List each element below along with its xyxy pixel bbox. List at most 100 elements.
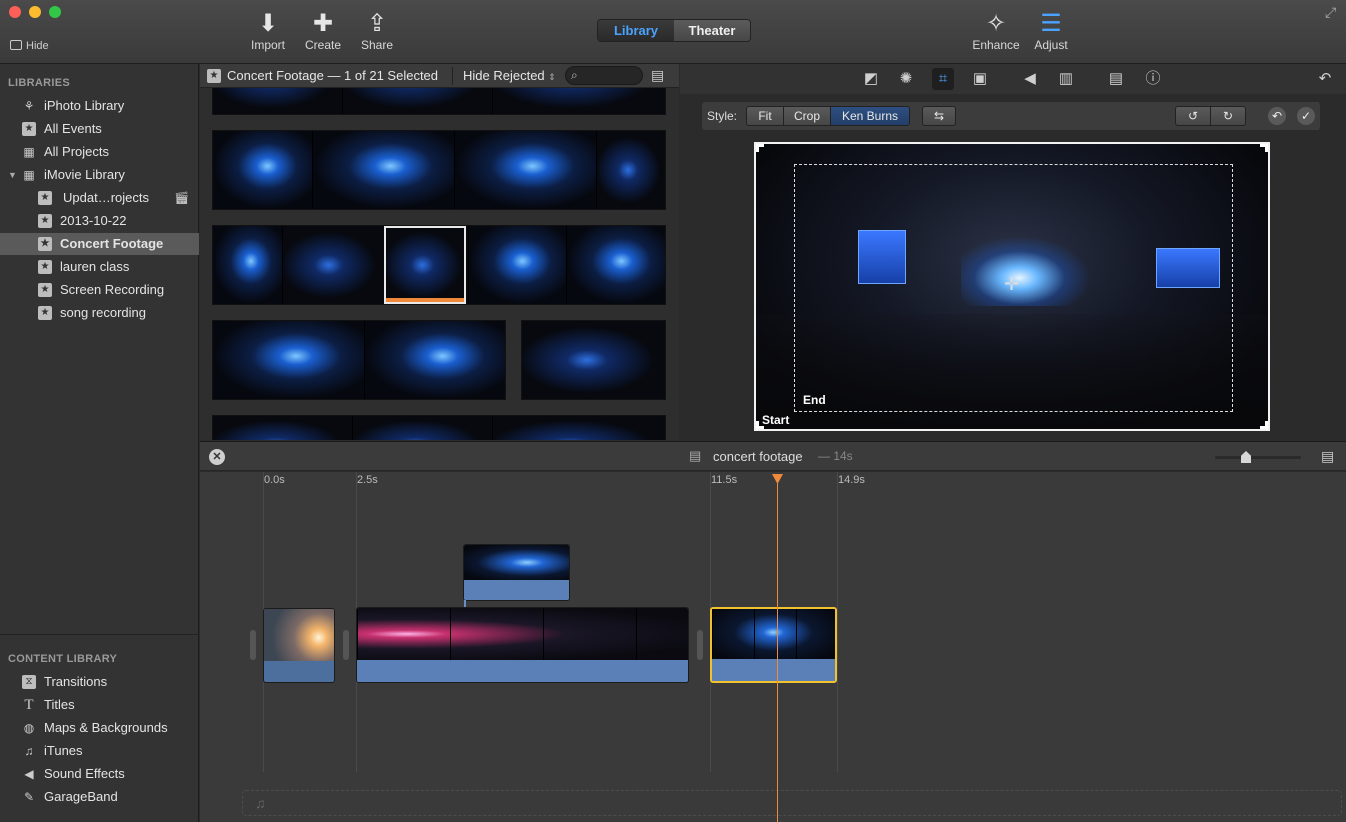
enhance-button[interactable]: ✧ Enhance — [966, 10, 1026, 52]
disclosure-triangle-icon[interactable]: ▼ — [8, 164, 17, 186]
sliders-icon: ☰ — [1040, 10, 1062, 37]
tab-theater[interactable]: Theater — [674, 20, 750, 41]
video-viewer[interactable]: End ✛ Start — [754, 142, 1270, 431]
sidebar-item-titles[interactable]: T Titles — [0, 694, 199, 716]
clip-filmstrip[interactable] — [212, 320, 506, 400]
clip-handle[interactable] — [250, 630, 256, 660]
clip-filmstrip[interactable] — [212, 130, 666, 210]
connected-clip[interactable] — [463, 544, 570, 601]
content-library-heading: CONTENT LIBRARY — [8, 653, 118, 665]
rotate-right-button[interactable]: ↻ — [1210, 106, 1246, 126]
corner-handle-bl[interactable] — [756, 421, 764, 429]
filmstrip-icon[interactable]: ▤ — [651, 67, 664, 84]
clip-thumbnail — [712, 609, 835, 661]
swap-start-end-button[interactable]: ⇆ — [922, 106, 956, 126]
sidebar-item-garageband[interactable]: ✎ GarageBand — [0, 786, 199, 808]
clip-frame — [353, 416, 493, 440]
create-button[interactable]: ✚ Create — [293, 10, 353, 52]
zoom-slider-knob[interactable] — [1241, 451, 1251, 463]
stabilization-icon[interactable]: ▣ — [969, 68, 991, 90]
tick-label: 0.0s — [264, 474, 285, 486]
timeline-clip-sunset[interactable] — [263, 608, 335, 683]
globe-icon: ◍ — [23, 721, 35, 735]
rotate-left-button[interactable]: ↺ — [1175, 106, 1211, 126]
clip-thumbnail — [357, 608, 688, 660]
sidebar-item-updated-projects[interactable]: ★ Updat…rojects 🎬︎ — [0, 187, 199, 209]
import-button[interactable]: ⬇ Import — [238, 10, 298, 52]
star-icon: ★ — [38, 260, 52, 274]
corner-handle-br[interactable] — [1260, 421, 1268, 429]
color-correction-icon[interactable]: ✺ — [895, 68, 917, 90]
playhead[interactable] — [772, 474, 783, 822]
share-icon: ⇪ — [366, 10, 388, 37]
sidebar-item-2013-10-22[interactable]: ★ 2013-10-22 — [0, 210, 199, 232]
zoom-window-button[interactable] — [49, 6, 61, 18]
header-divider — [452, 67, 453, 85]
speed-icon[interactable]: ▤ — [1105, 68, 1127, 90]
style-label: Style: — [707, 109, 738, 123]
sidebar-item-sound-effects[interactable]: ◀ Sound Effects — [0, 763, 199, 785]
style-ken-burns-button[interactable]: Ken Burns — [830, 106, 910, 126]
music-well[interactable]: ♫ — [242, 790, 1342, 816]
sidebar-item-imovie-library[interactable]: ▼ ▦ iMovie Library — [0, 164, 199, 186]
zoom-slider[interactable] — [1215, 451, 1301, 463]
fullscreen-icon[interactable]: ⤢ — [1325, 4, 1336, 21]
sidebar-item-all-projects[interactable]: ▦ All Projects — [0, 141, 199, 163]
clip-frame — [567, 226, 665, 304]
timeline-settings-icon[interactable]: ▤ — [1321, 448, 1334, 465]
apply-button[interactable]: ✓ — [1297, 107, 1315, 125]
search-input[interactable]: ⌕ — [565, 66, 643, 85]
toolbar: Hide ⬇ Import ✚ Create ⇪ Share Library T… — [0, 0, 1346, 64]
tab-library[interactable]: Library — [598, 20, 674, 41]
info-icon[interactable]: ⓘ — [1142, 68, 1164, 90]
clip-frame — [283, 226, 385, 304]
color-balance-icon[interactable]: ◩ — [860, 68, 882, 90]
crop-style-bar: Style: Fit Crop Ken Burns ⇆ ↺ ↻ ↶ ✓ — [702, 102, 1320, 130]
clip-frame — [213, 226, 283, 304]
grid-icon: ▦ — [23, 168, 35, 182]
close-window-button[interactable] — [9, 6, 21, 18]
event-browser — [200, 88, 679, 440]
range-indicator — [386, 298, 464, 302]
selected-clip-range[interactable] — [384, 226, 466, 304]
sidebar-item-concert-footage[interactable]: ★ Concert Footage — [0, 233, 199, 255]
close-project-button[interactable]: ✕ — [209, 449, 225, 465]
clip-filmstrip[interactable] — [212, 88, 666, 115]
share-button[interactable]: ⇪ Share — [347, 10, 407, 52]
minimize-window-button[interactable] — [29, 6, 41, 18]
sidebar-item-song-recording[interactable]: ★ song recording — [0, 302, 199, 324]
reset-button[interactable]: ↶ — [1268, 107, 1286, 125]
style-fit-button[interactable]: Fit — [746, 106, 784, 126]
sidebar-item-maps-backgrounds[interactable]: ◍ Maps & Backgrounds — [0, 717, 199, 739]
corner-handle-tr[interactable] — [1260, 144, 1268, 152]
project-duration: — 14s — [818, 449, 853, 463]
timeline-clip-selected[interactable] — [710, 607, 837, 683]
hide-rejected-popup[interactable]: Hide Rejected ⇕ — [463, 68, 556, 83]
star-icon: ★ — [22, 122, 36, 136]
clip-filmstrip[interactable] — [521, 320, 666, 400]
corner-handle-tl[interactable] — [756, 144, 764, 152]
project-name: concert footage — [713, 449, 803, 464]
speaker-icon: ◀ — [24, 767, 34, 781]
sidebar-item-iphoto-library[interactable]: ⚘ iPhoto Library — [0, 95, 199, 117]
equalizer-icon[interactable]: ▥ — [1055, 68, 1077, 90]
hide-libraries-button[interactable]: Hide — [10, 40, 49, 52]
clip-handle[interactable] — [697, 630, 703, 660]
timeline-clip-concert-main[interactable] — [356, 607, 689, 683]
crop-icon[interactable]: ⌗ — [932, 68, 954, 90]
timeline: 0.0s 2.5s 11.5s 14.9s ♫ — [200, 472, 1346, 822]
reset-all-icon[interactable]: ↶ — [1314, 68, 1336, 90]
plus-icon: ✚ — [312, 10, 334, 37]
sidebar-item-lauren-class[interactable]: ★ lauren class — [0, 256, 199, 278]
sidebar-item-screen-recording[interactable]: ★ Screen Recording — [0, 279, 199, 301]
sidebar-item-all-events[interactable]: ★ All Events — [0, 118, 199, 140]
adjust-button[interactable]: ☰ Adjust — [1021, 10, 1081, 52]
clip-frame — [213, 131, 313, 209]
clip-filmstrip[interactable] — [212, 415, 666, 440]
sidebar-divider — [0, 634, 199, 635]
sidebar-item-transitions[interactable]: ⧖ Transitions — [0, 671, 199, 693]
clip-handle[interactable] — [343, 630, 349, 660]
sidebar-item-itunes[interactable]: ♫ iTunes — [0, 740, 199, 762]
style-crop-button[interactable]: Crop — [783, 106, 831, 126]
volume-icon[interactable]: ◀ — [1019, 68, 1041, 90]
